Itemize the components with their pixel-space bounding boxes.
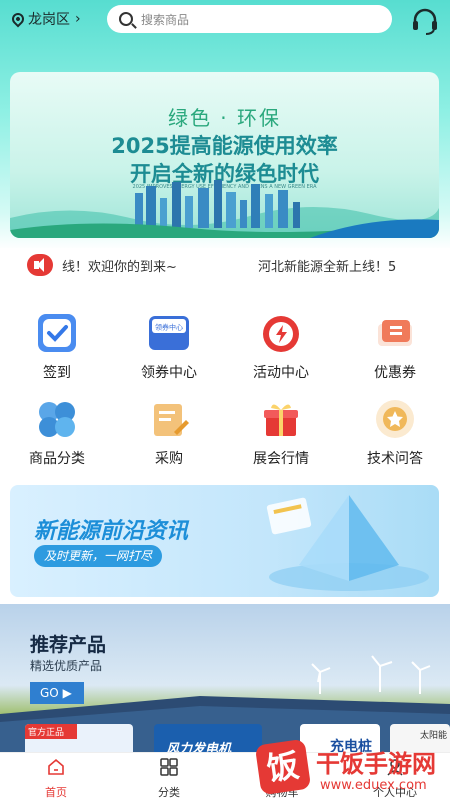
search-input[interactable]: 搜索商品 xyxy=(107,5,392,33)
tab-label: 首页 xyxy=(45,786,67,799)
megaphone-icon xyxy=(27,254,53,276)
purchase-icon xyxy=(148,398,190,440)
search-icon xyxy=(119,12,133,26)
grid-item-checkin[interactable]: 签到 xyxy=(12,312,102,382)
grid-item-activity-center[interactable]: 活动中心 xyxy=(236,312,326,382)
watermark-url: www.eduex.com xyxy=(320,778,427,793)
hero-banner[interactable]: 绿色 · 环保 2025提高能源使用效率 开启全新的绿色时代 2025 IMPR… xyxy=(10,72,439,238)
city-skyline-illustration xyxy=(10,180,439,238)
recommend-title: 推荐产品 xyxy=(30,634,107,656)
go-button-label: GO xyxy=(40,686,59,700)
recommended-products-section[interactable]: 推荐产品 精选优质产品 GO ▶ 官方正品 风力发电机 充电桩 太阳能 xyxy=(0,604,450,752)
grid-item-purchase[interactable]: 采购 xyxy=(124,398,214,468)
grid-label: 技术问答 xyxy=(367,451,423,467)
grid-label: 展会行情 xyxy=(253,451,309,467)
product-card-text: 风力发电机 xyxy=(166,742,232,752)
grid-label: 领券中心 xyxy=(141,365,197,381)
banner-line-2: 2025提高能源使用效率 xyxy=(111,134,338,158)
grid-icon xyxy=(160,758,178,776)
grid-label: 优惠券 xyxy=(374,365,416,381)
promo-subtitle: 及时更新，一网打尽 xyxy=(34,545,163,567)
checkin-icon xyxy=(36,312,78,354)
svg-text:领券中心: 领券中心 xyxy=(155,323,183,332)
announcement-text-2: 河北新能源全新上线！5 xyxy=(258,260,397,275)
coupon-center-icon: 领券中心 xyxy=(148,312,190,354)
grid-label: 活动中心 xyxy=(253,365,309,381)
tab-home[interactable]: 首页 xyxy=(16,757,96,800)
category-bubbles-icon xyxy=(36,398,78,440)
grid-label: 采购 xyxy=(155,451,183,467)
gift-box-icon xyxy=(260,398,302,440)
grid-label: 签到 xyxy=(43,365,71,381)
product-card[interactable]: 风力发电机 xyxy=(154,724,262,752)
home-icon xyxy=(48,758,64,775)
watermark-name: 干饭手游网 xyxy=(316,750,436,778)
recommend-subtitle: 精选优质产品 xyxy=(30,659,103,673)
announcement-text-1: 线！欢迎你的到来~ xyxy=(62,260,177,275)
search-placeholder: 搜索商品 xyxy=(141,12,190,27)
watermark-logo: 饭 xyxy=(254,738,312,796)
grid-item-coupon-center[interactable]: 领券中心 领券中心 xyxy=(124,312,214,382)
customer-service-headset-icon[interactable] xyxy=(410,6,440,36)
location-pin-icon xyxy=(9,10,27,28)
tab-label: 分类 xyxy=(158,786,180,799)
news-promo-banner[interactable]: 新能源前沿资讯 及时更新，一网打尽 xyxy=(10,485,439,597)
grid-item-tech-qa[interactable]: 技术问答 xyxy=(350,398,440,468)
crystal-pyramid-illustration xyxy=(266,495,429,591)
grid-item-categories[interactable]: 商品分类 xyxy=(12,398,102,468)
grid-label: 商品分类 xyxy=(29,451,85,467)
announcement-bar[interactable]: 线！欢迎你的到来~ 河北新能源全新上线！5 xyxy=(0,248,450,282)
grid-item-coupons[interactable]: 优惠券 xyxy=(350,312,440,382)
location-selector[interactable]: 龙岗区 › xyxy=(9,9,81,29)
site-watermark: 饭 干饭手游网 www.eduex.com xyxy=(254,738,448,800)
tab-categories[interactable]: 分类 xyxy=(129,757,209,800)
grid-item-expo[interactable]: 展会行情 xyxy=(236,398,326,468)
banner-line-1: 绿色 · 环保 xyxy=(167,106,282,130)
promo-title: 新能源前沿资讯 xyxy=(34,519,189,544)
play-arrow-icon: ▶ xyxy=(62,686,72,700)
medal-icon xyxy=(374,398,416,440)
product-card[interactable]: 官方正品 xyxy=(25,724,133,752)
header: 龙岗区 › 搜索商品 xyxy=(0,0,450,40)
go-button[interactable]: GO ▶ xyxy=(30,682,84,704)
chevron-right-icon: › xyxy=(75,11,81,27)
alarm-clock-icon xyxy=(260,312,302,354)
official-badge: 官方正品 xyxy=(25,724,77,739)
ticket-icon xyxy=(374,312,416,354)
location-label: 龙岗区 xyxy=(28,12,70,28)
